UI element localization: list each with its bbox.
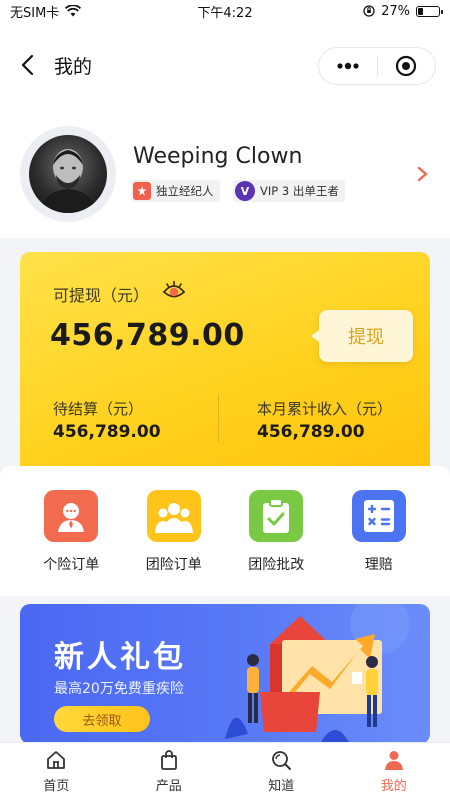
personal-order-icon — [44, 490, 99, 542]
battery-icon — [416, 5, 443, 17]
chevron-left-icon — [21, 54, 34, 76]
tab-bar: 首页 产品 知道 我的 — [0, 742, 450, 800]
back-button[interactable] — [14, 52, 40, 78]
tab-products[interactable]: 产品 — [113, 743, 226, 800]
menu-item-group-endorse[interactable]: 团险批改 — [231, 490, 321, 596]
monthly-income-label: 本月累计收入（元） — [257, 400, 393, 418]
avatar[interactable] — [29, 135, 107, 213]
pending-amount: 456,789.00 — [53, 422, 161, 442]
profile-section[interactable]: Weeping Clown 独立经纪人 V VIP 3 出单王者 — [0, 110, 450, 238]
tab-knowledge[interactable]: 知道 — [225, 743, 338, 800]
withdrawable-label: 可提现（元） — [53, 286, 150, 305]
monthly-income-amount: 456,789.00 — [257, 422, 365, 442]
home-icon — [47, 751, 66, 769]
claims-icon — [351, 490, 406, 542]
group-order-icon — [146, 490, 201, 542]
tab-label-products: 产品 — [155, 779, 182, 794]
nav-bar: 我的 — [0, 22, 450, 110]
service-grid: 个险订单 团险订单 团险批改 理赔 — [0, 466, 450, 596]
menu-item-group-order[interactable]: 团险订单 — [129, 490, 219, 596]
more-button[interactable] — [319, 48, 377, 84]
wifi-icon — [65, 5, 82, 17]
target-close-icon — [396, 55, 417, 77]
claim-gift-button[interactable]: 去领取 — [54, 706, 150, 732]
menu-label-claims: 理赔 — [364, 557, 393, 573]
wallet-card: 可提现（元） 456,789.00 提现 待结算（元） 456,789.00 本… — [20, 252, 430, 480]
newcomer-gift-banner[interactable]: 新人礼包 最高20万免费重疾险 去领取 — [20, 604, 430, 744]
vip-tag: V VIP 3 出单王者 — [233, 180, 345, 202]
pending-label: 待结算（元） — [53, 400, 144, 418]
status-right: 27% — [363, 3, 443, 19]
tab-home[interactable]: 首页 — [0, 743, 113, 800]
battery-fill — [418, 7, 423, 15]
chevron-right-icon[interactable] — [416, 166, 430, 182]
status-left: 无SIM卡 — [10, 2, 82, 21]
menu-item-claims[interactable]: 理赔 — [334, 490, 424, 596]
withdraw-button[interactable]: 提现 — [311, 310, 413, 362]
tab-label-knowledge: 知道 — [268, 779, 295, 794]
vip-tag-label: VIP 3 出单王者 — [260, 184, 339, 198]
user-icon — [384, 751, 403, 770]
withdrawable-amount: 456,789.00 — [50, 318, 245, 353]
status-bar: 无SIM卡 下午4:22 27% — [0, 0, 450, 22]
battery-percent: 27% — [381, 3, 410, 19]
wallet-divider — [218, 394, 219, 442]
agent-tag: 独立经纪人 — [131, 180, 220, 202]
profile-name: Weeping Clown — [133, 144, 303, 169]
menu-item-personal-order[interactable]: 个险订单 — [26, 490, 116, 596]
banner-title: 新人礼包 — [54, 640, 186, 675]
close-mini-program-button[interactable] — [377, 48, 435, 84]
page-title: 我的 — [54, 56, 93, 78]
more-dots-icon — [337, 62, 359, 70]
tab-mine[interactable]: 我的 — [338, 743, 450, 800]
group-endorse-icon — [249, 490, 304, 542]
eye-icon[interactable] — [162, 278, 186, 302]
search-icon — [272, 751, 292, 770]
agent-badge-icon — [133, 182, 151, 200]
vip-badge-icon: V — [235, 181, 255, 201]
tab-label-mine: 我的 — [380, 779, 407, 794]
bag-icon — [160, 750, 177, 770]
menu-label-group-order: 团险订单 — [145, 557, 202, 573]
mini-program-capsule — [318, 47, 436, 85]
agent-tag-label: 独立经纪人 — [156, 184, 214, 198]
menu-label-group-endorse: 团险批改 — [248, 557, 305, 573]
avatar-ring — [20, 126, 116, 222]
tab-label-home: 首页 — [43, 779, 70, 794]
banner-subtitle: 最高20万免费重疾险 — [54, 681, 184, 697]
orientation-lock-icon — [363, 5, 375, 17]
menu-label-personal-order: 个险订单 — [43, 557, 100, 573]
avatar-portrait — [39, 149, 97, 213]
carrier-text: 无SIM卡 — [10, 5, 60, 21]
